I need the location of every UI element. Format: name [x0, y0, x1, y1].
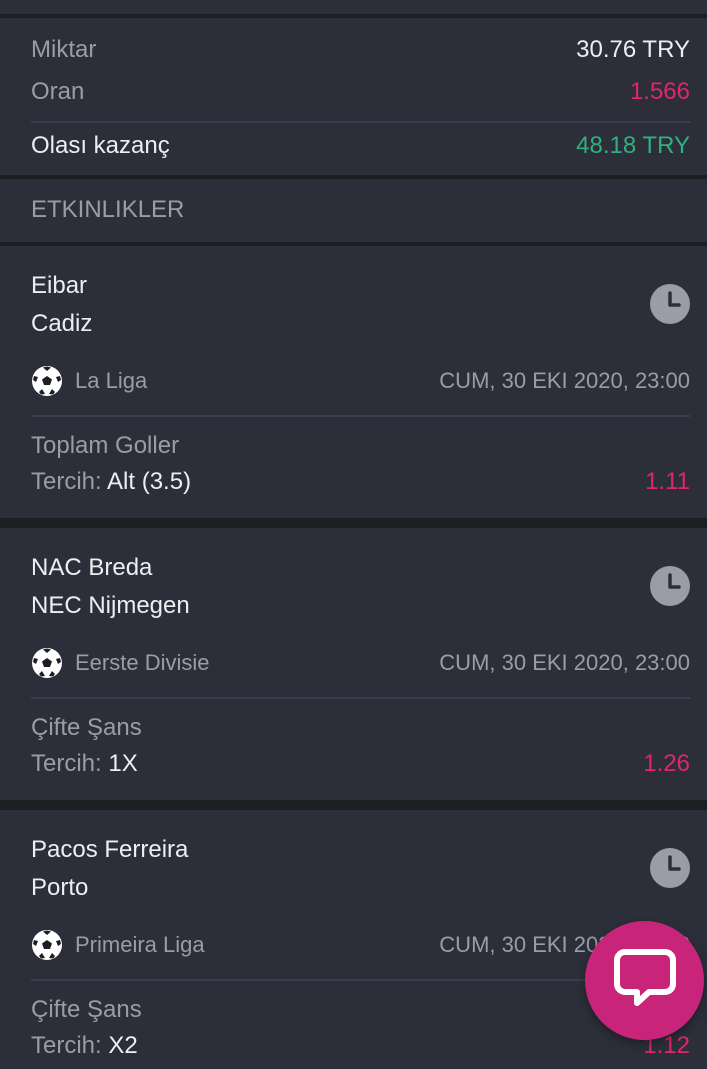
clock-icon	[650, 566, 690, 606]
potential-win-label: Olası kazanç	[31, 132, 170, 159]
home-team: Eibar	[31, 272, 88, 299]
choice-value: Alt (3.5)	[107, 468, 192, 495]
selection-odds: 1.11	[645, 468, 690, 495]
choice-label: Tercih:	[31, 468, 102, 495]
bet-summary: Miktar 30.76 TRY Oran 1.566 Olası kazanç…	[0, 18, 707, 175]
divider	[31, 415, 690, 417]
choice-label: Tercih:	[31, 1032, 102, 1059]
amount-label: Miktar	[31, 36, 97, 63]
market-name: Çifte Şans	[31, 996, 142, 1023]
choice-value: X2	[108, 1032, 138, 1059]
market-name: Toplam Goller	[31, 432, 180, 459]
chat-button[interactable]	[585, 921, 704, 1040]
divider	[31, 697, 690, 699]
event-card[interactable]: Eibar Cadiz La Liga CUM, 30 EKI 2020, 23…	[0, 246, 707, 518]
potential-win-value: 48.18 TRY	[576, 132, 690, 159]
selection-odds: 1.26	[643, 750, 690, 777]
amount-value: 30.76 TRY	[576, 36, 690, 63]
away-team: Porto	[31, 874, 89, 901]
away-team: Cadiz	[31, 310, 93, 337]
events-header: ETKINLIKLER	[0, 179, 707, 242]
clock-icon	[650, 848, 690, 888]
soccer-ball-icon	[31, 365, 63, 397]
chat-bubble-icon	[613, 948, 677, 1013]
event-datetime: CUM, 30 EKI 2020, 23:00	[439, 650, 690, 675]
odds-row: Oran 1.566	[31, 78, 690, 106]
odds-value: 1.566	[629, 78, 690, 105]
amount-row: Miktar 30.76 TRY	[31, 36, 690, 64]
league-name: La Liga	[75, 368, 148, 393]
soccer-ball-icon	[31, 647, 63, 679]
choice-value: 1X	[108, 750, 138, 777]
event-card[interactable]: NAC Breda NEC Nijmegen Eerste Divisie CU…	[0, 528, 707, 800]
away-team: NEC Nijmegen	[31, 592, 190, 619]
home-team: Pacos Ferreira	[31, 836, 189, 863]
events-header-title: ETKINLIKLER	[31, 196, 185, 223]
league-name: Eerste Divisie	[75, 650, 210, 675]
top-bar	[0, 0, 707, 14]
choice-label: Tercih:	[31, 750, 102, 777]
market-name: Çifte Şans	[31, 714, 142, 741]
divider	[31, 121, 690, 123]
home-team: NAC Breda	[31, 554, 153, 581]
soccer-ball-icon	[31, 929, 63, 961]
odds-label: Oran	[31, 78, 85, 105]
clock-icon	[650, 284, 690, 324]
potential-win-row: Olası kazanç 48.18 TRY	[31, 132, 690, 160]
event-datetime: CUM, 30 EKI 2020, 23:00	[439, 368, 690, 393]
league-name: Primeira Liga	[75, 932, 205, 957]
